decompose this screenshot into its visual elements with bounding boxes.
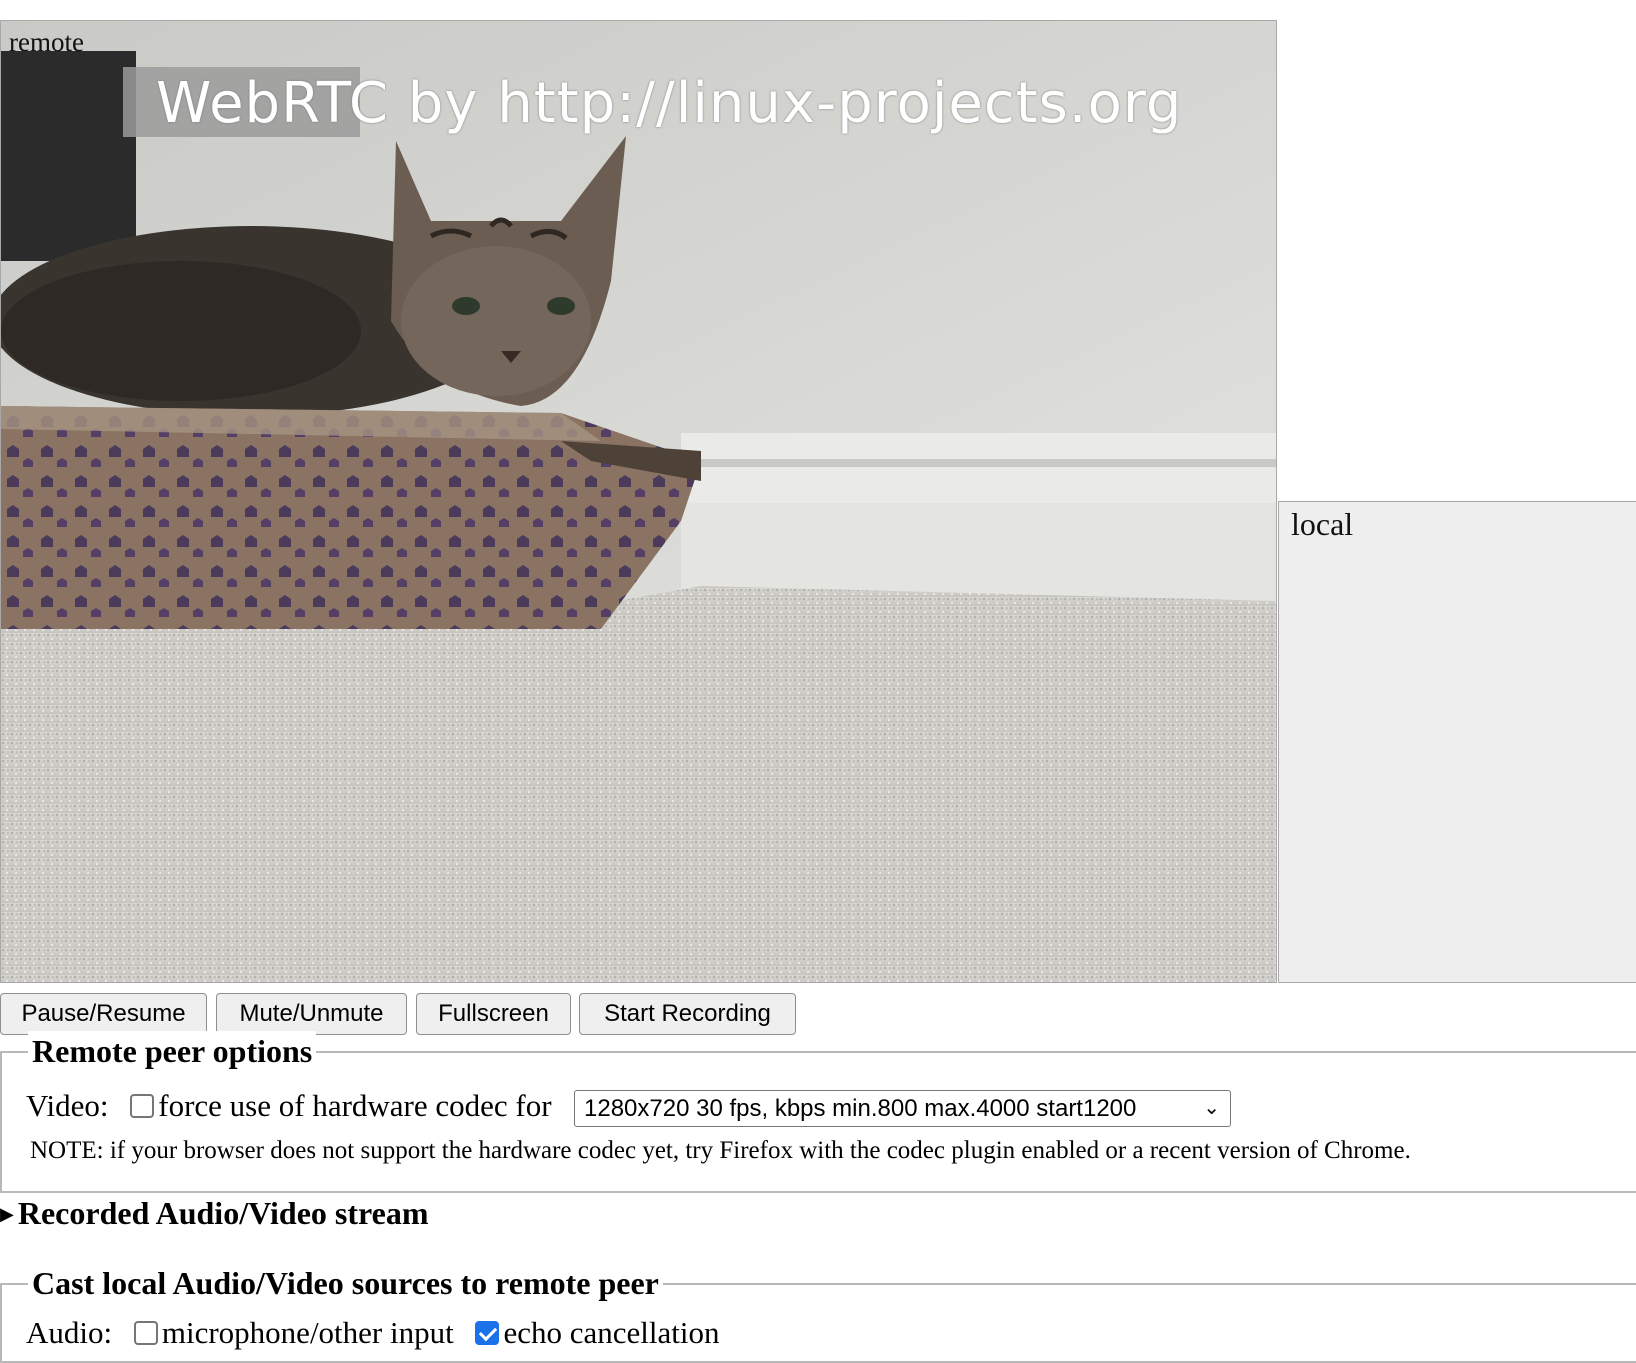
video-watermark: WebRTC by http://linux-projects.org bbox=[156, 71, 1183, 136]
disclosure-triangle-icon: ▶ bbox=[0, 1204, 14, 1224]
chevron-down-icon: ⌄ bbox=[1203, 1097, 1220, 1119]
local-video[interactable]: local bbox=[1278, 501, 1636, 983]
hw-codec-label: force use of hardware codec for bbox=[158, 1088, 552, 1123]
recorded-stream-summary[interactable]: ▶ Recorded Audio/Video stream bbox=[0, 1195, 428, 1232]
remote-peer-options-legend: Remote peer options bbox=[28, 1031, 317, 1071]
remote-video-label: remote bbox=[9, 27, 84, 57]
microphone-label: microphone/other input bbox=[161, 1315, 454, 1350]
audio-options-row: Audio: microphone/other input echo cance… bbox=[26, 1315, 720, 1351]
microphone-checkbox[interactable] bbox=[133, 1321, 158, 1345]
video-options-row: Video: force use of hardware codec for bbox=[26, 1088, 552, 1124]
hw-codec-checkbox[interactable] bbox=[130, 1094, 155, 1118]
local-video-label: local bbox=[1291, 506, 1354, 542]
video-label: Video: bbox=[26, 1088, 109, 1123]
recorded-stream-label: Recorded Audio/Video stream bbox=[17, 1195, 429, 1231]
cast-local-legend: Cast local Audio/Video sources to remote… bbox=[28, 1263, 663, 1303]
hardware-codec-note: NOTE: if your browser does not support t… bbox=[30, 1137, 1411, 1164]
remote-video[interactable]: remote WebRTC by http://linux-projects.o… bbox=[0, 20, 1277, 983]
echo-cancellation-label: echo cancellation bbox=[503, 1315, 720, 1350]
resolution-select[interactable]: 1280x720 30 fps, kbps min.800 max.4000 s… bbox=[574, 1090, 1231, 1127]
remote-video-frame bbox=[1, 21, 1276, 982]
start-recording-button[interactable]: Start Recording bbox=[579, 993, 796, 1035]
mute-unmute-button[interactable]: Mute/Unmute bbox=[216, 993, 407, 1035]
echo-cancellation-checkbox[interactable] bbox=[475, 1321, 500, 1345]
audio-label: Audio: bbox=[26, 1315, 113, 1350]
resolution-select-value: 1280x720 30 fps, kbps min.800 max.4000 s… bbox=[584, 1095, 1137, 1122]
fullscreen-button[interactable]: Fullscreen bbox=[416, 993, 571, 1035]
pause-resume-button[interactable]: Pause/Resume bbox=[0, 993, 207, 1035]
